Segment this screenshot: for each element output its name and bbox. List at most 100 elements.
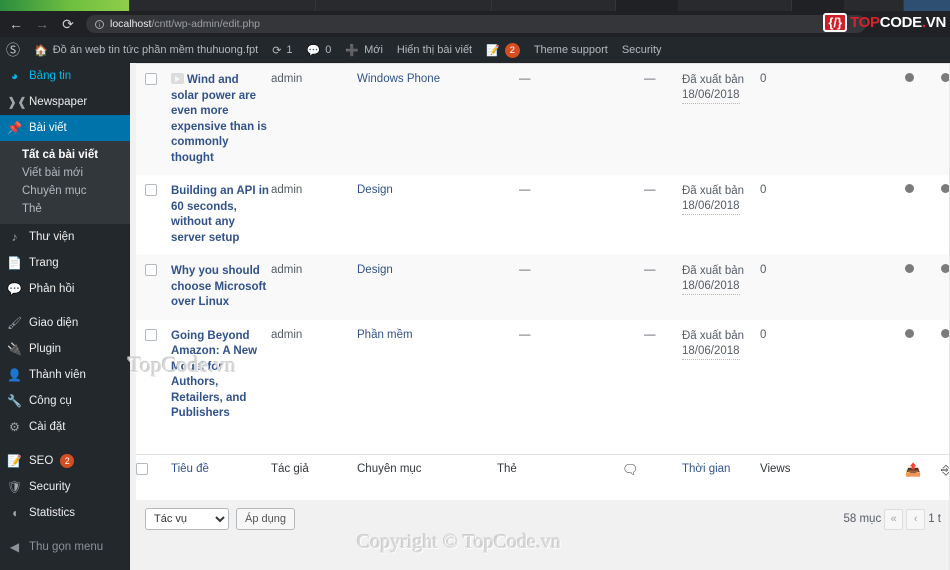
sidebar-item-settings[interactable]: ⚙ Cài đặt bbox=[0, 414, 130, 440]
sidebar-item-tools[interactable]: 🔧 Công cụ bbox=[0, 388, 130, 414]
wp-logo-menu[interactable]: Ⓢ bbox=[0, 37, 27, 63]
browser-tab[interactable] bbox=[492, 0, 616, 11]
sidebar-item-pages[interactable]: 📄 Trang bbox=[0, 250, 130, 276]
table-row[interactable]: Going Beyond Amazon: A New Model for Aut… bbox=[136, 320, 950, 431]
site-name-menu[interactable]: 🏠 Đồ án web tin tức phần mềm thuhuong.fp… bbox=[27, 37, 265, 63]
row-checkbox-cell[interactable] bbox=[136, 320, 171, 431]
table-row[interactable]: Building an API in 60 seconds, without a… bbox=[136, 175, 950, 255]
browser-tab[interactable] bbox=[844, 0, 905, 11]
browser-tab[interactable] bbox=[791, 0, 845, 11]
security-menu[interactable]: Security bbox=[615, 37, 669, 63]
duplicate-post-icon[interactable] bbox=[905, 328, 914, 338]
row-checkbox[interactable] bbox=[145, 264, 157, 276]
post-views: 0 bbox=[760, 73, 767, 85]
select-all-cell[interactable] bbox=[136, 454, 171, 486]
column-header-date-link[interactable]: Thời gian bbox=[682, 463, 730, 475]
duplicate-post-icon[interactable] bbox=[905, 264, 914, 273]
new-content-menu[interactable]: ➕ Mới bbox=[338, 37, 390, 63]
post-duplicate-cell[interactable] bbox=[905, 320, 941, 431]
forward-icon[interactable]: → bbox=[34, 17, 50, 31]
table-row[interactable]: Wind and solar power are even more expen… bbox=[136, 64, 950, 175]
post-views: 0 bbox=[760, 328, 767, 341]
first-page-button[interactable]: « bbox=[884, 508, 904, 530]
table-row[interactable]: Why you should choose Microsoft over Lin… bbox=[136, 255, 950, 320]
post-title-link[interactable]: Building an API in 60 seconds, without a… bbox=[171, 185, 269, 244]
post-author[interactable]: admin bbox=[271, 255, 357, 320]
post-category-link[interactable]: Phần mềm bbox=[357, 329, 413, 341]
sidebar-item-newspaper[interactable]: ❱❰ Newspaper bbox=[0, 89, 130, 115]
browser-tab[interactable] bbox=[316, 0, 493, 11]
comments-menu[interactable]: 💬 0 bbox=[300, 37, 339, 63]
row-checkbox[interactable] bbox=[145, 184, 157, 196]
row-checkbox-cell[interactable] bbox=[136, 175, 171, 255]
post-author[interactable]: admin bbox=[271, 320, 357, 431]
post-duplicate-cell[interactable] bbox=[905, 255, 941, 320]
back-icon[interactable]: ← bbox=[8, 17, 24, 31]
browser-tab[interactable] bbox=[904, 0, 950, 11]
select-all-checkbox[interactable] bbox=[136, 463, 148, 475]
browser-tab[interactable] bbox=[677, 0, 792, 11]
sidebar-item-label: Bảng tin bbox=[29, 70, 72, 82]
post-category-link[interactable]: Design bbox=[357, 264, 393, 276]
row-checkbox-cell[interactable] bbox=[136, 64, 171, 175]
sidebar-item-appearance[interactable]: 🖌 Giao diện bbox=[0, 310, 130, 336]
duplicate-post-icon[interactable] bbox=[905, 184, 914, 193]
duplicate-post-icon[interactable] bbox=[905, 73, 914, 82]
sidebar-item-collapse-menu[interactable]: ◀ Thu gọn menu bbox=[0, 534, 130, 560]
browser-tab[interactable] bbox=[130, 0, 317, 11]
post-category-link[interactable]: Windows Phone bbox=[357, 73, 440, 85]
theme-support-menu[interactable]: Theme support bbox=[527, 37, 615, 63]
sidebar-subitem-tags[interactable]: Thẻ bbox=[0, 200, 130, 218]
browser-tab-active[interactable] bbox=[0, 0, 131, 11]
menu-divider bbox=[0, 302, 130, 310]
column-header-date[interactable]: Thời gian bbox=[682, 454, 760, 486]
sidebar-item-dashboard[interactable]: ◕ Bảng tin bbox=[0, 63, 130, 89]
post-tags: — bbox=[519, 264, 531, 276]
view-posts-link[interactable]: Hiển thị bài viết bbox=[390, 37, 479, 63]
seo-menu[interactable]: 📝 2 bbox=[479, 37, 527, 63]
sidebar-item-statistics[interactable]: ◖ Statistics bbox=[0, 500, 130, 526]
reload-icon[interactable]: ⟳ bbox=[60, 17, 76, 31]
sidebar-item-users[interactable]: 👤 Thành viên bbox=[0, 362, 130, 388]
logo-part-code: CODE bbox=[879, 14, 922, 31]
browser-tab-strip[interactable] bbox=[0, 0, 950, 11]
column-header-author[interactable]: Tác giả bbox=[271, 454, 357, 486]
sidebar-item-media[interactable]: ♪ Thư viện bbox=[0, 224, 130, 250]
post-title-cell: Building an API in 60 seconds, without a… bbox=[171, 175, 271, 255]
address-bar[interactable]: i localhost/cntt/wp-admin/edit.php bbox=[86, 15, 866, 33]
updates-menu[interactable]: ⟳ 1 bbox=[265, 37, 299, 63]
row-checkbox[interactable] bbox=[145, 328, 157, 341]
apply-button[interactable]: Áp dụng bbox=[236, 508, 295, 530]
sidebar-item-plugins[interactable]: 🔌 Plugin bbox=[0, 336, 130, 362]
post-title-link[interactable]: Why you should choose Microsoft over Lin… bbox=[171, 265, 266, 308]
column-header-title[interactable]: Tiêu đề bbox=[171, 454, 271, 486]
sidebar-item-seo[interactable]: 📝 SEO 2 bbox=[0, 448, 130, 474]
sidebar-item-posts[interactable]: 📌 Bài viết bbox=[0, 115, 138, 141]
post-title-link[interactable]: Wind and solar power are even more expen… bbox=[171, 74, 267, 164]
site-info-icon[interactable]: i bbox=[95, 19, 104, 29]
post-duplicate-cell[interactable] bbox=[905, 64, 941, 175]
column-header-title-link[interactable]: Tiêu đề bbox=[171, 463, 209, 475]
column-header-duplicate[interactable]: 📤 bbox=[905, 454, 941, 486]
column-header-tags[interactable]: Thẻ bbox=[497, 454, 622, 486]
post-category-link[interactable]: Design bbox=[357, 184, 393, 196]
post-title-link[interactable]: Going Beyond Amazon: A New Model for Aut… bbox=[171, 330, 257, 420]
prev-page-button[interactable]: ‹ bbox=[906, 508, 926, 530]
column-header-views[interactable]: Views bbox=[760, 454, 905, 486]
post-author[interactable]: admin bbox=[271, 175, 357, 255]
sidebar-subitem-new-post[interactable]: Viết bài mới bbox=[0, 164, 130, 182]
sidebar-subitem-all-posts[interactable]: Tất cả bài viết bbox=[0, 146, 130, 164]
post-author[interactable]: admin bbox=[271, 64, 357, 175]
row-checkbox-cell[interactable] bbox=[136, 255, 171, 320]
post-duplicate-cell[interactable] bbox=[905, 175, 941, 255]
column-header-comments[interactable]: 🗨 bbox=[622, 454, 682, 486]
sidebar-item-security[interactable]: 🛡 Security bbox=[0, 474, 130, 500]
table-spacer-row bbox=[136, 431, 950, 455]
column-header-category[interactable]: Chuyên mục bbox=[357, 454, 497, 486]
sidebar-subitem-categories[interactable]: Chuyên mục bbox=[0, 182, 130, 200]
url-host: localhost bbox=[110, 18, 152, 30]
browser-tab[interactable] bbox=[615, 0, 678, 11]
row-checkbox[interactable] bbox=[145, 73, 157, 85]
bulk-actions-select[interactable]: Tác vụ bbox=[145, 508, 229, 530]
sidebar-item-comments[interactable]: 💬 Phản hồi bbox=[0, 276, 130, 302]
